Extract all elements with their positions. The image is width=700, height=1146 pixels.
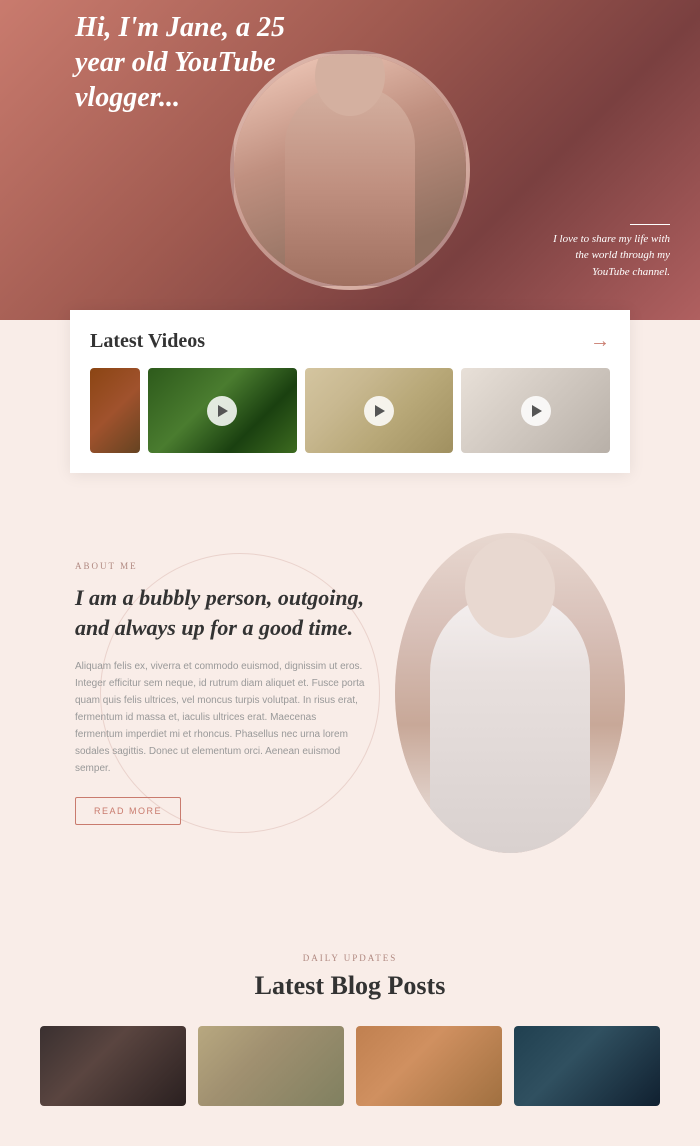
- about-body-text: Aliquam felis ex, viverra et commodo eui…: [75, 658, 365, 777]
- hero-profile-image: [234, 54, 466, 286]
- video-play-button-2[interactable]: [207, 396, 237, 426]
- blog-card-1[interactable]: [40, 1026, 186, 1106]
- video-thumbnail-3[interactable]: [305, 368, 454, 453]
- blog-card-4[interactable]: [514, 1026, 660, 1106]
- videos-section: Latest Videos →: [70, 310, 630, 473]
- video-thumbnail-1[interactable]: [90, 368, 140, 453]
- blog-card-3[interactable]: [356, 1026, 502, 1106]
- blog-grid: [40, 1026, 660, 1106]
- videos-arrow-icon[interactable]: →: [590, 330, 610, 353]
- blog-title: Latest Blog Posts: [40, 971, 660, 1001]
- about-profile-photo: [395, 533, 625, 853]
- videos-title: Latest Videos: [90, 330, 205, 353]
- about-heading: I am a bubbly person, outgoing, and alwa…: [75, 583, 365, 642]
- blog-card-2[interactable]: [198, 1026, 344, 1106]
- videos-grid: [90, 368, 610, 453]
- about-section: ABOUT ME I am a bubbly person, outgoing,…: [0, 473, 700, 913]
- video-thumbnail-4[interactable]: [461, 368, 610, 453]
- blog-section: DAILY UPDATES Latest Blog Posts: [0, 913, 700, 1146]
- about-label: ABOUT ME: [75, 561, 365, 571]
- blog-label: DAILY UPDATES: [40, 953, 660, 963]
- hero-profile-circle: [230, 50, 470, 290]
- videos-header: Latest Videos →: [90, 330, 610, 353]
- hero-section: Hi, I'm Jane, a 25 year old YouTube vlog…: [0, 0, 700, 320]
- video-play-button-4[interactable]: [521, 396, 551, 426]
- about-person-silhouette: [430, 593, 590, 853]
- read-more-button[interactable]: READ MORE: [75, 797, 181, 825]
- about-photo-inner: [395, 533, 625, 853]
- hero-person-silhouette: [285, 86, 415, 286]
- about-text-block: ABOUT ME I am a bubbly person, outgoing,…: [75, 561, 365, 824]
- video-thumbnail-2[interactable]: [148, 368, 297, 453]
- hero-quote: I love to share my life with the world t…: [540, 224, 670, 281]
- video-play-button-3[interactable]: [364, 396, 394, 426]
